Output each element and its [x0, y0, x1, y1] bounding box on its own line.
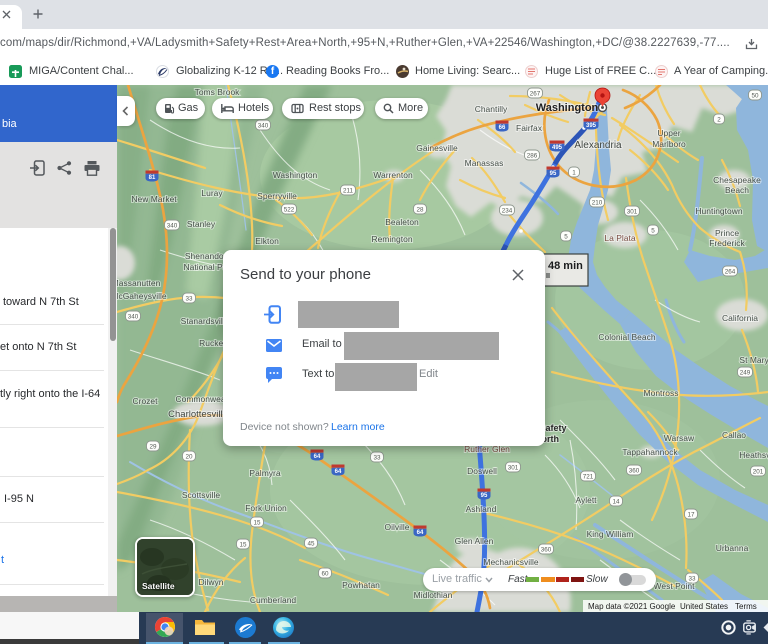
svg-text:48 min: 48 min: [548, 260, 583, 272]
svg-text:64: 64: [417, 530, 424, 536]
svg-text:5: 5: [651, 227, 655, 234]
svg-text:Toms Brook: Toms Brook: [195, 87, 241, 97]
svg-text:201: 201: [753, 468, 764, 475]
svg-text:Upper: Upper: [657, 128, 680, 138]
svg-text:395: 395: [586, 123, 597, 129]
svg-text:60: 60: [321, 570, 329, 577]
svg-text:St Mary's: St Mary's: [739, 355, 768, 365]
svg-text:California: California: [722, 313, 758, 323]
svg-text:Massanutten: Massanutten: [112, 278, 161, 288]
svg-text:Marlboro: Marlboro: [652, 139, 686, 149]
svg-text:Mechanicsville: Mechanicsville: [483, 557, 539, 567]
svg-text:Warrenton: Warrenton: [373, 170, 413, 180]
svg-text:Warsaw: Warsaw: [664, 433, 695, 443]
svg-text:301: 301: [508, 464, 519, 471]
svg-text:Charlottesville: Charlottesville: [168, 409, 228, 420]
svg-text:2: 2: [717, 116, 721, 123]
svg-text:Washington: Washington: [536, 102, 599, 114]
svg-text:264: 264: [725, 268, 736, 275]
svg-text:Prince: Prince: [715, 228, 739, 238]
svg-text:Ashland: Ashland: [466, 504, 497, 514]
svg-text:Glen Allen: Glen Allen: [455, 536, 494, 546]
svg-text:5: 5: [564, 233, 568, 240]
svg-text:Heathsville: Heathsville: [739, 450, 768, 460]
svg-text:Midlothian: Midlothian: [414, 590, 453, 600]
svg-text:721: 721: [583, 473, 594, 480]
svg-text:New Market: New Market: [131, 194, 177, 204]
svg-text:Callao: Callao: [722, 430, 746, 440]
svg-text:Dilwyn: Dilwyn: [198, 577, 223, 587]
svg-text:Chantilly: Chantilly: [475, 104, 508, 114]
svg-text:Crozet: Crozet: [132, 396, 158, 406]
svg-text:Tappahannock: Tappahannock: [622, 447, 678, 457]
svg-text:360: 360: [541, 546, 552, 553]
svg-text:340: 340: [128, 313, 139, 320]
svg-text:301: 301: [627, 208, 638, 215]
svg-text:Urbanna: Urbanna: [716, 543, 749, 553]
svg-text:Bealeton: Bealeton: [385, 217, 419, 227]
svg-text:28: 28: [416, 206, 424, 213]
svg-text:64: 64: [335, 469, 342, 475]
svg-text:33: 33: [373, 454, 381, 461]
svg-text:210: 210: [592, 199, 603, 206]
svg-text:Beach: Beach: [725, 185, 749, 195]
svg-text:15: 15: [239, 541, 247, 548]
svg-text:Fork Union: Fork Union: [245, 503, 287, 513]
svg-text:Doswell: Doswell: [467, 466, 497, 476]
svg-text:Remington: Remington: [371, 234, 412, 244]
svg-text:Alexandria: Alexandria: [574, 140, 622, 151]
svg-text:20: 20: [185, 453, 193, 460]
svg-text:14: 14: [612, 498, 620, 505]
svg-text:McGaheysville: McGaheysville: [111, 291, 167, 301]
svg-text:Elkton: Elkton: [255, 236, 279, 246]
svg-text:1: 1: [572, 169, 576, 176]
svg-text:King William: King William: [587, 529, 634, 539]
svg-text:Scottsville: Scottsville: [182, 490, 221, 500]
svg-text:Oilville: Oilville: [384, 522, 409, 532]
svg-text:West Point: West Point: [654, 581, 696, 591]
svg-text:360: 360: [629, 467, 640, 474]
svg-text:64: 64: [314, 454, 321, 460]
svg-text:Aylett: Aylett: [575, 495, 597, 505]
svg-text:29: 29: [149, 443, 157, 450]
svg-text:45: 45: [307, 540, 315, 547]
svg-text:Colonial Beach: Colonial Beach: [598, 332, 655, 342]
svg-text:Stanley: Stanley: [187, 219, 216, 229]
svg-text:340: 340: [258, 122, 269, 129]
svg-text:Palmyra: Palmyra: [249, 468, 280, 478]
svg-text:Montross: Montross: [644, 388, 679, 398]
svg-text:La Plata: La Plata: [604, 233, 635, 243]
svg-text:340: 340: [167, 222, 178, 229]
svg-text:Powhatan: Powhatan: [342, 580, 380, 590]
svg-text:Gainesville: Gainesville: [416, 143, 458, 153]
svg-text:267: 267: [530, 90, 541, 97]
svg-text:Huntingtown: Huntingtown: [695, 206, 743, 216]
svg-text:211: 211: [343, 187, 354, 194]
svg-text:Cumberland: Cumberland: [250, 595, 297, 605]
svg-text:Sperryville: Sperryville: [257, 191, 297, 201]
svg-text:495: 495: [552, 145, 563, 151]
svg-text:50: 50: [751, 92, 759, 99]
svg-text:Manassas: Manassas: [465, 158, 504, 168]
svg-text:33: 33: [185, 295, 193, 302]
svg-text:95: 95: [550, 171, 557, 177]
svg-text:95: 95: [481, 493, 488, 499]
svg-text:81: 81: [149, 175, 156, 181]
svg-text:17: 17: [687, 511, 695, 518]
svg-text:15: 15: [253, 519, 261, 526]
svg-text:66: 66: [499, 125, 506, 131]
svg-text:Fairfax: Fairfax: [516, 123, 543, 133]
svg-text:Frederick: Frederick: [709, 238, 745, 248]
svg-text:Luray: Luray: [201, 188, 223, 198]
svg-text:286: 286: [527, 152, 538, 159]
svg-text:Washington: Washington: [273, 170, 318, 180]
svg-text:522: 522: [284, 206, 295, 213]
svg-text:Chesapeake: Chesapeake: [713, 175, 761, 185]
svg-text:249: 249: [740, 369, 751, 376]
svg-text:234: 234: [502, 207, 513, 214]
